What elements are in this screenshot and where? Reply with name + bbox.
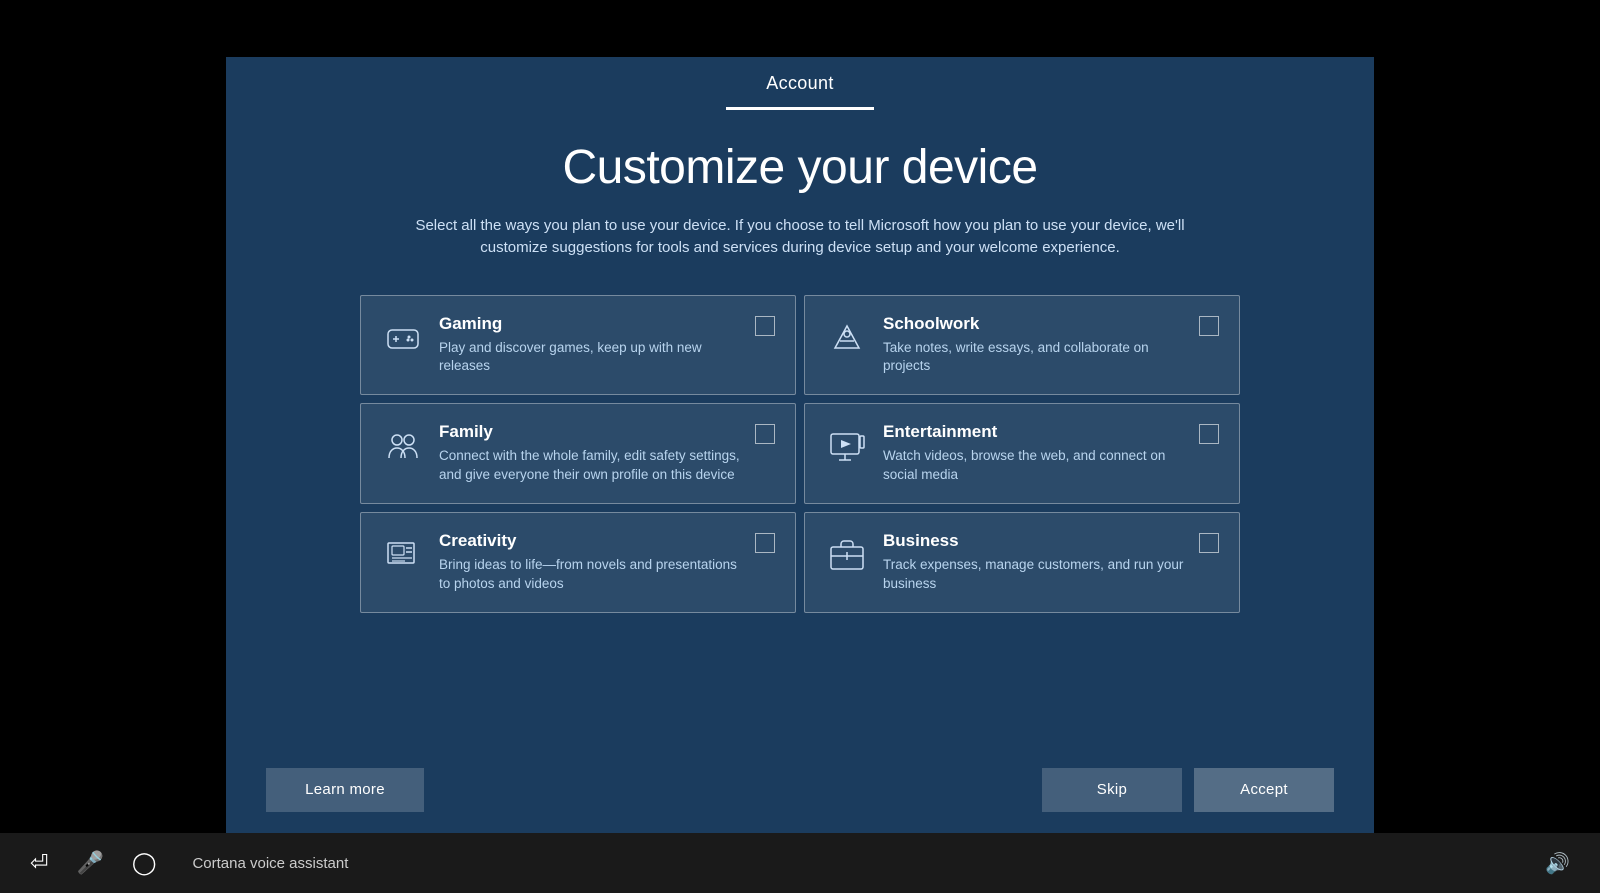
gaming-card-text: Gaming Play and discover games, keep up … [439, 314, 741, 377]
main-window: Account Customize your device Select all… [226, 57, 1374, 837]
entertainment-icon [825, 424, 869, 468]
business-title: Business [883, 531, 1185, 551]
family-checkbox[interactable] [755, 424, 775, 444]
outer-container: Account Customize your device Select all… [0, 0, 1600, 893]
creativity-checkbox[interactable] [755, 533, 775, 553]
business-desc: Track expenses, manage customers, and ru… [883, 556, 1185, 594]
entertainment-checkbox[interactable] [1199, 424, 1219, 444]
creativity-icon [381, 533, 425, 577]
system-taskbar: ⏎ 🎤 ◯ Cortana voice assistant 🔊 [0, 833, 1600, 893]
taskbar-right: 🔊 [1545, 851, 1570, 876]
family-desc: Connect with the whole family, edit safe… [439, 447, 741, 485]
schoolwork-icon [825, 316, 869, 360]
schoolwork-card-text: Schoolwork Take notes, write essays, and… [883, 314, 1185, 377]
back-icon[interactable]: ⏎ [30, 850, 48, 876]
gaming-desc: Play and discover games, keep up with ne… [439, 339, 741, 377]
accept-button[interactable]: Accept [1194, 768, 1334, 812]
top-nav: Account [226, 57, 1374, 110]
family-card-text: Family Connect with the whole family, ed… [439, 422, 741, 485]
creativity-title: Creativity [439, 531, 741, 551]
volume-icon[interactable]: 🔊 [1545, 853, 1570, 875]
main-content: Customize your device Select all the way… [226, 110, 1374, 768]
schoolwork-checkbox[interactable] [1199, 316, 1219, 336]
gaming-icon [381, 316, 425, 360]
cortana-label: Cortana voice assistant [192, 855, 348, 872]
learn-more-button[interactable]: Learn more [266, 768, 424, 812]
entertainment-desc: Watch videos, browse the web, and connec… [883, 447, 1185, 485]
creativity-card-text: Creativity Bring ideas to life—from nove… [439, 531, 741, 594]
gaming-checkbox[interactable] [755, 316, 775, 336]
taskbar-icons: ⏎ 🎤 ◯ Cortana voice assistant [30, 850, 348, 876]
entertainment-card-text: Entertainment Watch videos, browse the w… [883, 422, 1185, 485]
business-card[interactable]: Business Track expenses, manage customer… [804, 512, 1240, 613]
cards-grid: Gaming Play and discover games, keep up … [360, 295, 1240, 613]
page-title: Customize your device [562, 140, 1037, 195]
microphone-icon[interactable]: 🎤 [76, 850, 103, 876]
family-card[interactable]: Family Connect with the whole family, ed… [360, 403, 796, 504]
entertainment-title: Entertainment [883, 422, 1185, 442]
account-tab[interactable]: Account [726, 57, 874, 110]
business-checkbox[interactable] [1199, 533, 1219, 553]
creativity-desc: Bring ideas to life—from novels and pres… [439, 556, 741, 594]
gaming-title: Gaming [439, 314, 741, 334]
cortana-icon[interactable]: ◯ [132, 850, 157, 876]
skip-button[interactable]: Skip [1042, 768, 1182, 812]
schoolwork-desc: Take notes, write essays, and collaborat… [883, 339, 1185, 377]
business-card-text: Business Track expenses, manage customer… [883, 531, 1185, 594]
bottom-action-bar: Learn more Skip Accept [226, 768, 1374, 837]
creativity-card[interactable]: Creativity Bring ideas to life—from nove… [360, 512, 796, 613]
schoolwork-title: Schoolwork [883, 314, 1185, 334]
gaming-card[interactable]: Gaming Play and discover games, keep up … [360, 295, 796, 396]
right-buttons: Skip Accept [1042, 768, 1334, 812]
page-subtitle: Select all the ways you plan to use your… [400, 215, 1200, 260]
family-icon [381, 424, 425, 468]
business-icon [825, 533, 869, 577]
schoolwork-card[interactable]: Schoolwork Take notes, write essays, and… [804, 295, 1240, 396]
family-title: Family [439, 422, 741, 442]
entertainment-card[interactable]: Entertainment Watch videos, browse the w… [804, 403, 1240, 504]
